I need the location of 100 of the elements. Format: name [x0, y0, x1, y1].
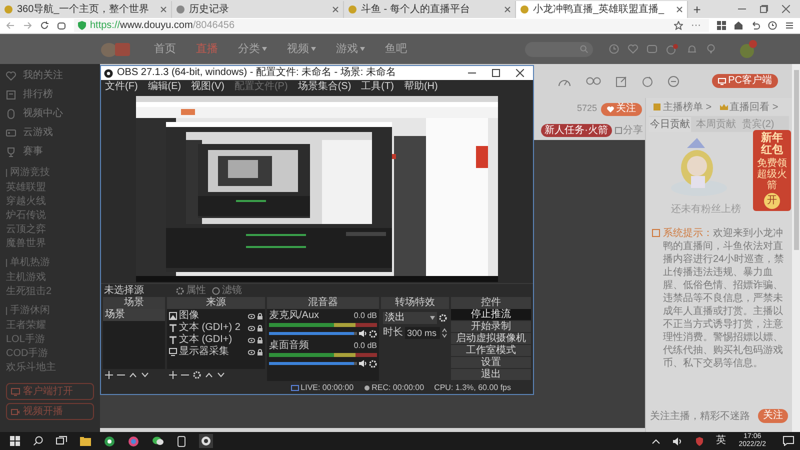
- control-button[interactable]: 启动虚拟摄像机: [451, 333, 531, 345]
- undo-icon[interactable]: [751, 21, 760, 30]
- spinner-icon[interactable]: [442, 328, 447, 338]
- task-view-icon[interactable]: [56, 436, 67, 446]
- gear-icon[interactable]: [439, 314, 447, 322]
- move-up-icon[interactable]: [205, 372, 213, 378]
- close-icon[interactable]: [516, 69, 524, 77]
- add-icon[interactable]: [169, 371, 177, 379]
- control-button[interactable]: 设置: [451, 357, 531, 369]
- follow-button[interactable]: 关注: [601, 102, 642, 116]
- category-link[interactable]: 王者荣耀: [6, 319, 46, 333]
- sidebar-button[interactable]: 视频开播: [6, 403, 94, 420]
- close-icon[interactable]: [504, 6, 511, 13]
- eye-icon[interactable]: [248, 326, 255, 330]
- menu-item[interactable]: 帮助(H): [404, 82, 438, 92]
- category-link[interactable]: 魔兽世界: [6, 237, 46, 251]
- restore-icon[interactable]: [760, 5, 768, 13]
- category-link[interactable]: LOL手游: [6, 333, 45, 347]
- scene-item[interactable]: 场景: [103, 309, 165, 321]
- source-item[interactable]: 文本 (GDI+) 2: [179, 323, 246, 333]
- category-link[interactable]: 欢乐斗地主: [6, 361, 56, 375]
- star-icon[interactable]: [674, 21, 683, 30]
- home-icon[interactable]: [57, 21, 66, 30]
- source-item[interactable]: 文本 (GDI+): [179, 335, 246, 345]
- gift-banner[interactable]: 新年红包 免费领超级火箭 开: [753, 130, 791, 211]
- menu-item[interactable]: 场景集合(S): [298, 82, 352, 92]
- nav-link[interactable]: 视频: [287, 40, 316, 58]
- chat-bubbles-icon[interactable]: [152, 436, 164, 446]
- menu-item[interactable]: 工具(T): [361, 82, 394, 92]
- scrollbar[interactable]: [792, 64, 800, 432]
- glasses-icon[interactable]: [586, 76, 602, 86]
- control-button[interactable]: 开始录制: [451, 321, 531, 333]
- close-icon[interactable]: [332, 6, 339, 13]
- eye-icon[interactable]: [248, 338, 255, 342]
- task-pill[interactable]: 新人任务·火箭: [540, 124, 612, 136]
- lock-icon[interactable]: [257, 348, 263, 356]
- control-button[interactable]: 退出: [451, 369, 531, 381]
- rank-link[interactable]: 主播榜单 >: [653, 100, 712, 114]
- rank-tab[interactable]: 贵宾(2): [741, 116, 776, 132]
- new-tab-button[interactable]: +: [688, 1, 706, 18]
- category-link[interactable]: 英雄联盟: [6, 181, 46, 195]
- lock-icon[interactable]: [257, 312, 263, 320]
- menu-icon[interactable]: [785, 21, 794, 30]
- category-link[interactable]: 生死狙击2: [6, 285, 52, 299]
- sidebar-item[interactable]: 赛事: [6, 142, 100, 161]
- phone-icon[interactable]: [177, 436, 186, 446]
- nav-link[interactable]: 游戏: [336, 40, 365, 58]
- eye-icon[interactable]: [248, 350, 255, 354]
- close-icon[interactable]: [782, 5, 790, 13]
- gear-icon[interactable]: [193, 371, 201, 379]
- lock-icon[interactable]: [257, 336, 263, 344]
- pc-client-button[interactable]: PC客户端: [712, 74, 778, 88]
- category-link[interactable]: 云顶之弈: [6, 223, 46, 237]
- source-item[interactable]: 显示器采集: [179, 347, 246, 357]
- nav-link[interactable]: 首页: [154, 40, 176, 58]
- rank-tab[interactable]: 本周贡献: [695, 116, 737, 132]
- rank-tab[interactable]: 今日贡献: [649, 116, 691, 132]
- nav-link[interactable]: 分类: [238, 40, 267, 58]
- chevron-up-icon[interactable]: [652, 438, 660, 444]
- move-down-icon[interactable]: [217, 372, 225, 378]
- apps-grid-icon[interactable]: [717, 21, 726, 30]
- sidebar-item[interactable]: 视频中心: [6, 104, 100, 123]
- speaker-icon[interactable]: [359, 360, 367, 367]
- move-up-icon[interactable]: [129, 372, 137, 378]
- more-button[interactable]: ···: [687, 20, 705, 30]
- maximize-icon[interactable]: [492, 69, 500, 77]
- eye-icon[interactable]: [248, 314, 255, 318]
- clock-icon[interactable]: [768, 21, 777, 30]
- rank-link[interactable]: 直播回看 >: [720, 100, 778, 114]
- open-button[interactable]: 开: [764, 193, 780, 209]
- colorful-circle-icon[interactable]: [128, 436, 139, 446]
- gear-icon[interactable]: [369, 360, 377, 368]
- move-down-icon[interactable]: [141, 372, 149, 378]
- close-icon[interactable]: [160, 6, 167, 13]
- speaker-icon[interactable]: [359, 330, 367, 337]
- source-toolbar-button[interactable]: 属性: [176, 286, 206, 296]
- close-icon[interactable]: [676, 6, 683, 13]
- source-item[interactable]: 图像: [179, 311, 246, 321]
- share-link[interactable]: 分享: [615, 122, 643, 138]
- duration-field[interactable]: 300 ms: [405, 327, 440, 339]
- lock-icon[interactable]: [257, 324, 263, 332]
- transition-dropdown[interactable]: 淡出: [383, 312, 437, 324]
- input-method-indicator[interactable]: 英: [716, 436, 726, 446]
- category-link[interactable]: COD手游: [6, 347, 48, 361]
- category-link[interactable]: 炉石传说: [6, 209, 46, 223]
- nav-link[interactable]: 鱼吧: [385, 40, 407, 58]
- gear-icon[interactable]: [369, 330, 377, 338]
- edit-icon[interactable]: [616, 76, 628, 86]
- more-circle-icon[interactable]: [668, 76, 680, 86]
- search-icon[interactable]: [33, 436, 43, 446]
- shield-icon[interactable]: [696, 436, 703, 446]
- add-icon[interactable]: [105, 371, 113, 379]
- obs-logo-icon[interactable]: [201, 436, 211, 446]
- sidebar-item[interactable]: 云游戏: [6, 123, 100, 142]
- windows-icon[interactable]: [10, 436, 20, 446]
- reload-icon[interactable]: [40, 21, 49, 30]
- browser-icon[interactable]: [104, 436, 115, 446]
- notification-icon[interactable]: [783, 436, 794, 446]
- address-field[interactable]: https://www.douyu.com/8046456 ···: [74, 19, 709, 32]
- menu-item[interactable]: 文件(F): [105, 82, 138, 92]
